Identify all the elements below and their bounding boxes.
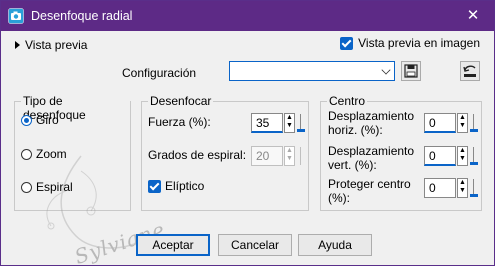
reset-button[interactable] bbox=[460, 61, 480, 81]
strength-slider[interactable] bbox=[297, 114, 305, 132]
live-preview-label: Vista previa en imagen bbox=[358, 36, 480, 50]
spiral-degrees-input[interactable]: 20 bbox=[251, 146, 283, 166]
spiral-degrees-slider[interactable] bbox=[297, 147, 305, 165]
strength-spinner[interactable]: 35 ▲ ▼ bbox=[251, 113, 306, 133]
vert-offset-input[interactable]: 0 bbox=[424, 146, 456, 166]
blur-title: Desenfocar bbox=[148, 94, 214, 108]
live-preview-checkbox[interactable]: Vista previa en imagen bbox=[340, 36, 480, 50]
ok-button[interactable]: Aceptar bbox=[136, 234, 210, 256]
window-title: Desenfoque radial bbox=[31, 9, 133, 23]
radio-selected-icon bbox=[21, 114, 32, 126]
reset-icon bbox=[463, 65, 476, 77]
strength-label: Fuerza (%): bbox=[148, 115, 211, 129]
camera-icon bbox=[8, 8, 24, 24]
center-title: Centro bbox=[327, 94, 368, 108]
dialog-window: Desenfoque radial ✕ Vista previa Vista p… bbox=[0, 0, 495, 269]
help-button[interactable]: Ayuda bbox=[298, 234, 372, 256]
vert-offset-slider[interactable] bbox=[470, 147, 478, 165]
horiz-offset-input[interactable]: 0 bbox=[424, 113, 456, 133]
horiz-offset-label: Desplazamiento horiz. (%): bbox=[328, 109, 415, 137]
preview-toggle[interactable]: Vista previa bbox=[15, 38, 87, 52]
spiral-degrees-stepper[interactable]: ▲ ▼ bbox=[284, 146, 295, 166]
preview-label: Vista previa bbox=[25, 38, 88, 52]
chevron-down-icon bbox=[381, 65, 391, 75]
vert-offset-label: Desplazamiento vert. (%): bbox=[328, 144, 415, 172]
save-preset-button[interactable] bbox=[401, 61, 421, 81]
checkbox-checked-icon bbox=[340, 36, 354, 50]
horiz-offset-slider[interactable] bbox=[470, 114, 478, 132]
vert-offset-spinner[interactable]: 0 ▲ ▼ bbox=[424, 146, 479, 166]
strength-input[interactable]: 35 bbox=[251, 113, 283, 133]
protect-center-slider[interactable] bbox=[470, 179, 478, 197]
protect-center-input[interactable]: 0 bbox=[424, 178, 456, 198]
close-button[interactable]: ✕ bbox=[462, 6, 484, 26]
protect-center-spinner[interactable]: 0 ▲ ▼ bbox=[424, 178, 479, 198]
config-label: Configuración bbox=[122, 66, 197, 80]
expand-triangle-icon bbox=[15, 41, 20, 49]
radio-twist-label: Giro bbox=[36, 113, 59, 127]
radio-twist[interactable]: Giro bbox=[21, 113, 59, 127]
close-icon: ✕ bbox=[466, 7, 480, 24]
config-dropdown[interactable] bbox=[229, 61, 395, 81]
protect-center-stepper[interactable]: ▲ ▼ bbox=[457, 178, 468, 198]
horiz-offset-stepper[interactable]: ▲ ▼ bbox=[457, 113, 468, 133]
title-bar[interactable]: Desenfoque radial ✕ bbox=[1, 1, 494, 31]
protect-center-label: Proteger centro (%): bbox=[328, 177, 411, 205]
cancel-button[interactable]: Cancelar bbox=[218, 234, 292, 256]
floppy-disk-icon bbox=[404, 64, 418, 78]
spiral-degrees-spinner[interactable]: 20 ▲ ▼ bbox=[251, 146, 306, 166]
horiz-offset-spinner[interactable]: 0 ▲ ▼ bbox=[424, 113, 479, 133]
vert-offset-stepper[interactable]: ▲ ▼ bbox=[457, 146, 468, 166]
strength-stepper[interactable]: ▲ ▼ bbox=[284, 113, 295, 133]
